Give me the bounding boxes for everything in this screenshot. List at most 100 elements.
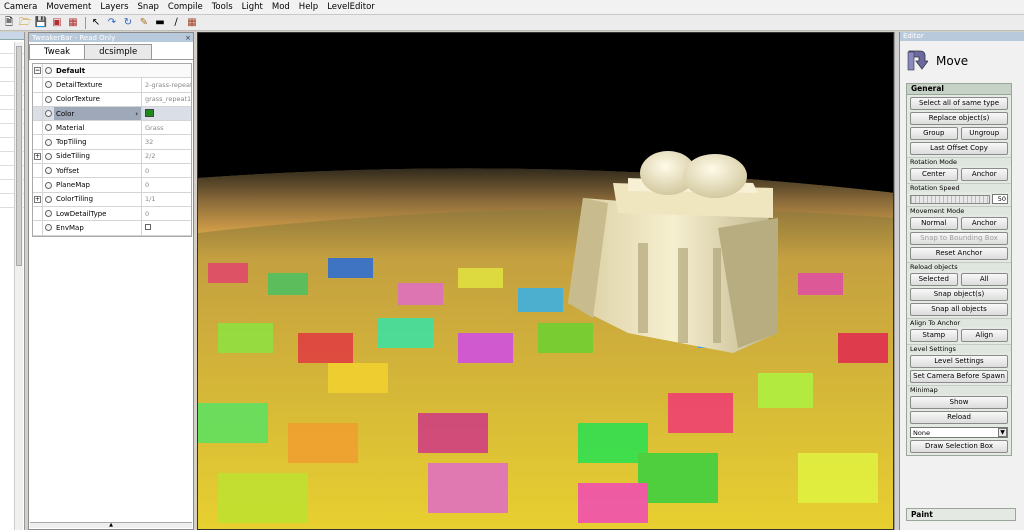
snap-all-objects-button[interactable]: Snap all objects bbox=[910, 303, 1008, 316]
property-icon bbox=[43, 124, 54, 132]
left-scrollbar[interactable] bbox=[14, 42, 23, 530]
property-value[interactable]: 1/1 bbox=[142, 195, 191, 203]
property-icon bbox=[43, 81, 54, 89]
minimap-reload-button[interactable]: Reload bbox=[910, 411, 1008, 424]
toolbar: 🗎 🗁 💾 ▣ ▦ ↖ ↷ ↻ ✎ ▬ ∕ ▦ bbox=[0, 15, 1024, 31]
mode-header: Move bbox=[900, 41, 1024, 81]
grid-icon[interactable]: ▦ bbox=[185, 16, 199, 29]
ungroup-button[interactable]: Ungroup bbox=[960, 127, 1008, 140]
property-row[interactable]: ColorTexture grass_repeat1_ bbox=[33, 92, 191, 107]
property-row-selected[interactable]: Color › bbox=[33, 106, 191, 122]
last-offset-copy-button[interactable]: Last Offset Copy bbox=[910, 142, 1008, 155]
property-value[interactable]: 0 bbox=[142, 181, 191, 189]
3d-viewport[interactable] bbox=[197, 32, 894, 530]
draw-selection-box-button[interactable]: Draw Selection Box bbox=[910, 440, 1008, 453]
rotation-speed-slider[interactable]: 50 bbox=[910, 194, 1008, 204]
chevron-right-icon[interactable]: › bbox=[135, 110, 138, 118]
property-value[interactable]: grass_repeat1_ bbox=[142, 95, 191, 103]
envmap-checkbox[interactable] bbox=[145, 223, 151, 230]
align-button[interactable]: Align bbox=[960, 329, 1008, 342]
row-spacer bbox=[33, 221, 43, 235]
property-row[interactable]: Yoffset 0 bbox=[33, 164, 191, 179]
menu-tools[interactable]: Tools bbox=[212, 2, 233, 12]
viewport-scene bbox=[198, 33, 893, 529]
menu-leveleditor[interactable]: LevelEditor bbox=[327, 2, 375, 12]
new-icon[interactable]: 🗎 bbox=[2, 16, 16, 29]
property-value[interactable] bbox=[142, 223, 191, 232]
scrollbar-thumb[interactable] bbox=[16, 46, 22, 266]
export-icon[interactable]: ▦ bbox=[66, 16, 80, 29]
eraser-icon[interactable]: ∕ bbox=[169, 16, 183, 29]
menu-camera[interactable]: Camera bbox=[4, 2, 37, 12]
property-row[interactable]: LowDetailType 0 bbox=[33, 206, 191, 222]
expand-toggle[interactable]: + bbox=[33, 149, 43, 164]
selection-dropdown[interactable]: None ▼ bbox=[910, 427, 1008, 438]
replace-objects-button[interactable]: Replace object(s) bbox=[910, 112, 1008, 125]
property-row[interactable]: + ColorTiling 1/1 bbox=[33, 192, 191, 207]
property-name: ColorTexture bbox=[54, 92, 142, 106]
rotation-anchor-button[interactable]: Anchor bbox=[960, 168, 1008, 181]
color-swatch[interactable] bbox=[145, 108, 154, 117]
menu-help[interactable]: Help bbox=[299, 2, 318, 12]
property-value[interactable]: 2/2 bbox=[142, 152, 191, 160]
rotation-center-button[interactable]: Center bbox=[910, 168, 958, 181]
tweaker-resize-handle[interactable]: ▲ bbox=[30, 522, 192, 528]
select-same-type-button[interactable]: Select all of same type bbox=[910, 97, 1008, 110]
import-icon[interactable]: ▣ bbox=[50, 16, 64, 29]
property-value[interactable]: 32 bbox=[142, 138, 191, 146]
rotation-speed-value[interactable]: 50 bbox=[992, 194, 1008, 204]
reset-anchor-button[interactable]: Reset Anchor bbox=[910, 247, 1008, 260]
select-icon[interactable]: ↖ bbox=[89, 16, 103, 29]
stamp-button[interactable]: Stamp bbox=[910, 329, 958, 342]
menu-layers[interactable]: Layers bbox=[100, 2, 128, 12]
group-button[interactable]: Group bbox=[910, 127, 958, 140]
row-spacer bbox=[33, 206, 43, 221]
movement-anchor-button[interactable]: Anchor bbox=[960, 217, 1008, 230]
move-icon[interactable]: ↷ bbox=[105, 16, 119, 29]
layer-list-header bbox=[0, 32, 24, 40]
property-name-wrap: Color › bbox=[54, 106, 142, 121]
property-group-default[interactable]: − Default bbox=[33, 64, 191, 79]
property-row[interactable]: PlaneMap 0 bbox=[33, 178, 191, 193]
menu-snap[interactable]: Snap bbox=[138, 2, 159, 12]
property-value[interactable]: Grass bbox=[142, 124, 191, 132]
property-row[interactable]: DetailTexture 2-grass-repeat bbox=[33, 78, 191, 93]
set-camera-before-spawn-button[interactable]: Set Camera Before Spawn bbox=[910, 370, 1008, 383]
property-value[interactable]: 0 bbox=[142, 210, 191, 218]
close-icon[interactable]: × bbox=[185, 34, 193, 42]
mode-label: Move bbox=[936, 54, 969, 68]
rotate-icon[interactable]: ↻ bbox=[121, 16, 135, 29]
chevron-down-icon[interactable]: ▼ bbox=[998, 428, 1007, 437]
snap-objects-button[interactable]: Snap object(s) bbox=[910, 288, 1008, 301]
menu-light[interactable]: Light bbox=[242, 2, 263, 12]
property-value[interactable] bbox=[142, 108, 191, 119]
menu-movement[interactable]: Movement bbox=[46, 2, 91, 12]
paint-section-header[interactable]: Paint bbox=[906, 508, 1016, 521]
brush-icon[interactable]: ✎ bbox=[137, 16, 151, 29]
minimap-show-button[interactable]: Show bbox=[910, 396, 1008, 409]
property-row[interactable]: TopTiling 32 bbox=[33, 135, 191, 150]
general-header[interactable]: General bbox=[907, 84, 1011, 95]
menu-compile[interactable]: Compile bbox=[168, 2, 203, 12]
reload-selected-button[interactable]: Selected bbox=[910, 273, 958, 286]
line-icon[interactable]: ▬ bbox=[153, 16, 167, 29]
property-icon bbox=[43, 95, 54, 103]
movement-normal-button[interactable]: Normal bbox=[910, 217, 958, 230]
collapse-toggle[interactable]: − bbox=[33, 64, 43, 78]
property-row[interactable]: + SideTiling 2/2 bbox=[33, 149, 191, 165]
property-value[interactable]: 2-grass-repeat bbox=[142, 81, 191, 89]
snap-bounding-box-button[interactable]: Snap to Bounding Box bbox=[910, 232, 1008, 245]
reload-all-button[interactable]: All bbox=[960, 273, 1008, 286]
group-label: Default bbox=[56, 66, 86, 75]
tab-tweak[interactable]: Tweak bbox=[29, 44, 86, 59]
tab-dcsimple[interactable]: dcsimple bbox=[84, 44, 153, 59]
level-settings-button[interactable]: Level Settings bbox=[910, 355, 1008, 368]
slider-track[interactable] bbox=[910, 194, 990, 204]
open-icon[interactable]: 🗁 bbox=[18, 16, 32, 29]
menu-mod[interactable]: Mod bbox=[272, 2, 290, 12]
property-value[interactable]: 0 bbox=[142, 167, 191, 175]
property-row[interactable]: Material Grass bbox=[33, 121, 191, 136]
save-icon[interactable]: 💾 bbox=[34, 16, 48, 29]
property-row[interactable]: EnvMap bbox=[33, 221, 191, 236]
expand-toggle[interactable]: + bbox=[33, 192, 43, 206]
